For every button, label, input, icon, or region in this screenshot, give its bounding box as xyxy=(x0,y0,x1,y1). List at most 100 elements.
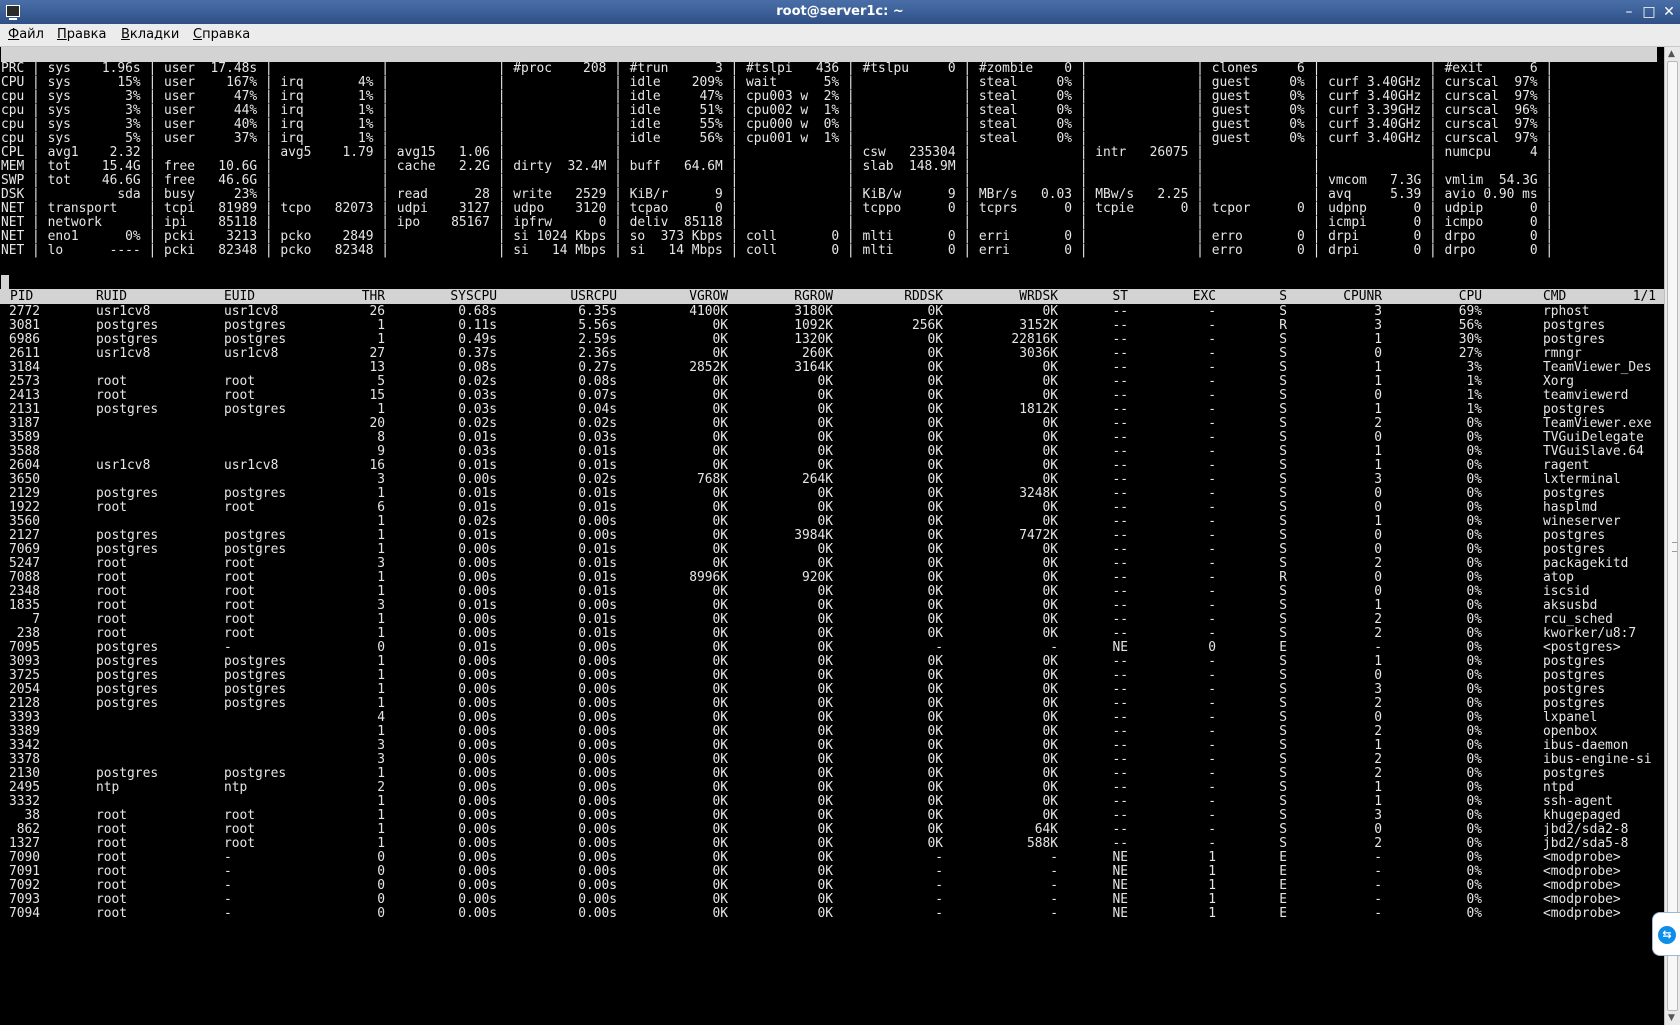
cell-cpunr: 0 xyxy=(1374,500,1382,515)
cell-pid: 1327 xyxy=(8,836,40,851)
cell-pid: 7088 xyxy=(8,570,40,585)
cell-ruid: ntp xyxy=(96,780,120,795)
cell-rgrow: 1092K xyxy=(794,318,833,333)
cell-st: NE xyxy=(1112,892,1128,907)
terminal-screen[interactable]: ATOP - server1c 2018/04/20 10:05:34 ----… xyxy=(0,47,1664,1025)
cell-vgrow: 0K xyxy=(712,668,728,683)
cell-cpunr: 1 xyxy=(1374,360,1382,375)
cell-usrcpu: 0.02s xyxy=(578,416,617,431)
cell-syscpu: 0.01s xyxy=(458,500,497,515)
cell-pid: 7069 xyxy=(8,542,40,557)
minimize-button[interactable]: – xyxy=(1620,3,1638,21)
cell-syscpu: 0.03s xyxy=(458,388,497,403)
cell-exc: 1 xyxy=(1208,864,1216,879)
cell-cmd: postgres xyxy=(1543,654,1606,669)
cell-exc: - xyxy=(1208,738,1216,753)
window-title-bar[interactable]: root@server1c: ~ – □ ✕ xyxy=(0,0,1680,24)
cell-state: S xyxy=(1279,598,1287,613)
cell-cpu: 0% xyxy=(1466,626,1482,641)
cell-state: S xyxy=(1279,388,1287,403)
process-row: 7091 root - 0 0.00s 0.00s 0K 0K - - NE 1 E - 0% <modpro… xyxy=(0,864,1664,879)
cell-st: -- xyxy=(1112,374,1128,389)
cell-euid xyxy=(224,752,334,767)
cell-pid: 2495 xyxy=(8,780,40,795)
cell-cpu: 0% xyxy=(1466,668,1482,683)
cell-ruid: root xyxy=(96,892,128,907)
menu-edit[interactable]: Правка xyxy=(57,24,106,46)
column-header-st: ST xyxy=(1112,289,1128,304)
cell-wrdsk: 0K xyxy=(1042,500,1058,515)
cell-vgrow: 0K xyxy=(712,836,728,851)
cell-pid: 2573 xyxy=(8,374,40,389)
column-header-usrcpu: USRCPU xyxy=(570,289,617,304)
cell-cpunr: 0 xyxy=(1374,346,1382,361)
cell-ruid: postgres xyxy=(96,528,159,543)
scrollbar-thumb[interactable] xyxy=(1667,61,1678,1011)
cell-wrdsk: - xyxy=(1050,892,1058,907)
menu-file[interactable]: Файл xyxy=(8,24,44,46)
cell-syscpu: 0.08s xyxy=(458,360,497,375)
cell-euid: root xyxy=(224,388,256,403)
process-row: 3389 1 0.00s 0.00s 0K 0K 0K 0K -- - S 2 0% openbox xyxy=(0,724,1664,739)
terminal-scrollbar[interactable]: ▲ ▼ xyxy=(1664,47,1680,1025)
process-row: 7092 root - 0 0.00s 0.00s 0K 0K - - NE 1 E - 0% <modpro… xyxy=(0,878,1664,893)
cell-state: S xyxy=(1279,808,1287,823)
cell-cpu: 0% xyxy=(1466,780,1482,795)
cell-wrdsk: 0K xyxy=(1042,374,1058,389)
maximize-button[interactable]: □ xyxy=(1640,3,1658,21)
cell-wrdsk: 3152K xyxy=(1019,318,1058,333)
teamviewer-icon: ⇆ xyxy=(1658,926,1676,944)
cell-ruid: root xyxy=(96,822,128,837)
cell-vgrow: 0K xyxy=(712,850,728,865)
process-row: 3184 13 0.08s 0.27s 2852K 3164K 0K 0K -- - S 1 3% Tea… xyxy=(0,360,1664,375)
cell-cpu: 0% xyxy=(1466,444,1482,459)
cell-syscpu: 0.00s xyxy=(458,878,497,893)
cell-ruid: postgres xyxy=(96,696,159,711)
cell-usrcpu: 0.00s xyxy=(578,598,617,613)
teamviewer-widget[interactable]: ⇆ xyxy=(1652,912,1680,956)
cell-cpu: 1% xyxy=(1466,388,1482,403)
menu-tabs[interactable]: Вкладки xyxy=(121,24,179,46)
close-button[interactable]: ✕ xyxy=(1660,3,1678,21)
cell-state: S xyxy=(1279,332,1287,347)
cell-state: R xyxy=(1279,570,1287,585)
cell-rddsk: 0K xyxy=(927,304,943,319)
cell-rgrow: 0K xyxy=(817,626,833,641)
cell-exc: - xyxy=(1208,836,1216,851)
scroll-down-icon[interactable]: ▼ xyxy=(1668,1013,1675,1023)
cell-euid: postgres xyxy=(224,696,287,711)
menu-help[interactable]: Справка xyxy=(193,24,250,46)
cell-cpunr: 3 xyxy=(1374,682,1382,697)
cell-cmd: postgres xyxy=(1543,682,1606,697)
cell-cpunr: 2 xyxy=(1374,626,1382,641)
stat-line: NET | transport | tcpi 81989 | tcpo 8207… xyxy=(1,201,1554,216)
cell-euid: postgres xyxy=(224,332,287,347)
cell-rgrow: 0K xyxy=(817,682,833,697)
scroll-up-icon[interactable]: ▲ xyxy=(1668,49,1675,59)
cell-cpu: 0% xyxy=(1466,850,1482,865)
cell-pid: 7 xyxy=(32,612,40,627)
cell-st: -- xyxy=(1112,556,1128,571)
cell-exc: - xyxy=(1208,556,1216,571)
cell-vgrow: 2852K xyxy=(689,360,728,375)
cell-rgrow: 0K xyxy=(817,724,833,739)
cell-cpu: 0% xyxy=(1466,710,1482,725)
cell-pid: 1835 xyxy=(8,598,40,613)
process-row: 1835 root root 3 0.01s 0.00s 0K 0K 0K 0K -- - S 1 0% ak… xyxy=(0,598,1664,613)
cell-thr: 16 xyxy=(369,458,385,473)
cell-cpu: 0% xyxy=(1466,640,1482,655)
cell-usrcpu: 0.00s xyxy=(578,640,617,655)
stat-line: cpu | sys 3% | user 44% | irq 1% | | | i… xyxy=(1,103,1554,118)
cell-usrcpu: 0.01s xyxy=(578,500,617,515)
cell-cpunr: 3 xyxy=(1374,318,1382,333)
cell-pid: 3342 xyxy=(8,738,40,753)
cell-thr: 0 xyxy=(377,864,385,879)
cell-cmd: <postgres> xyxy=(1543,640,1621,655)
cell-cmd: ibus-daemon xyxy=(1543,738,1629,753)
cell-syscpu: 0.01s xyxy=(458,528,497,543)
cell-wrdsk: - xyxy=(1050,640,1058,655)
cell-cpu: 0% xyxy=(1466,570,1482,585)
cell-pid: 3389 xyxy=(8,724,40,739)
cell-thr: 1 xyxy=(377,486,385,501)
cell-usrcpu: 0.00s xyxy=(578,808,617,823)
